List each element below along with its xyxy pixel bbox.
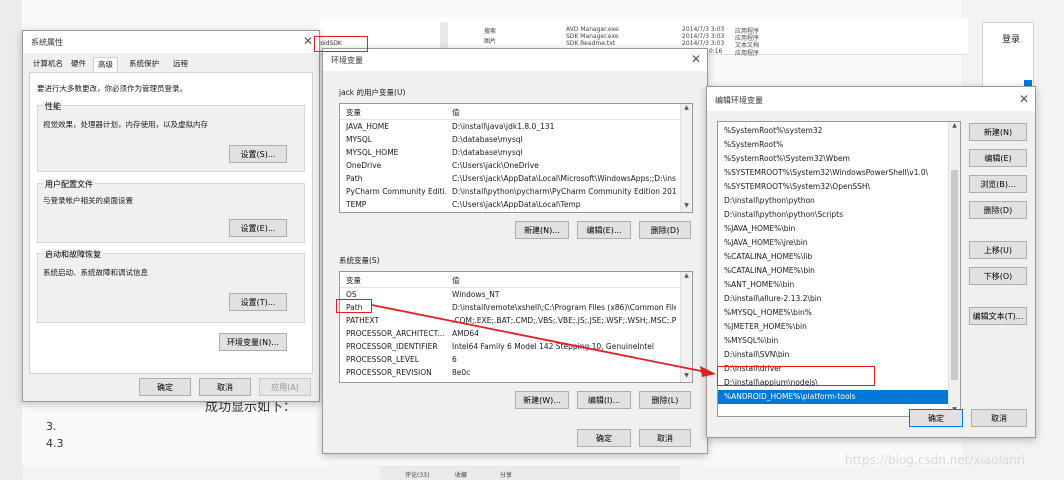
annotation-arrow bbox=[371, 304, 716, 377]
